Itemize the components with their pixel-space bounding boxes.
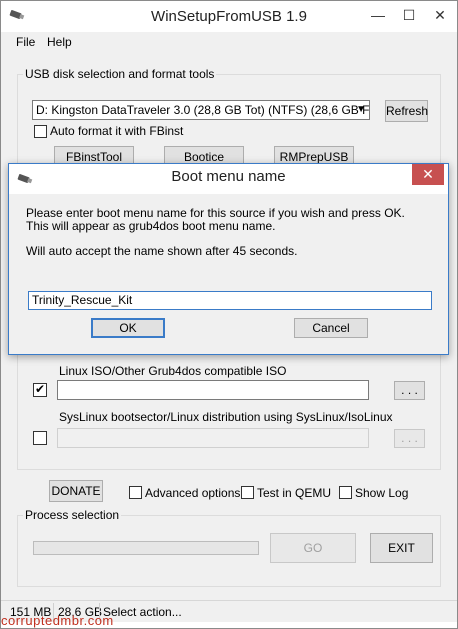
menu-file[interactable]: File — [16, 35, 35, 49]
checkmark-icon: ✔ — [35, 382, 46, 396]
linux-iso-browse-button[interactable]: . . . — [394, 381, 425, 400]
syslinux-browse-button[interactable]: . . . — [394, 429, 425, 448]
usb-disk-select[interactable]: D: Kingston DataTraveler 3.0 (28,8 GB To… — [32, 100, 370, 120]
exit-button[interactable]: EXIT — [370, 533, 433, 563]
advanced-options-checkbox[interactable] — [129, 486, 142, 499]
ok-button[interactable]: OK — [91, 318, 165, 338]
donate-button[interactable]: DONATE — [49, 480, 103, 502]
usb-disk-group-label: USB disk selection and format tools — [23, 67, 217, 81]
boot-menu-name-input[interactable]: Trinity_Rescue_Kit — [28, 291, 432, 310]
show-log-checkbox[interactable] — [339, 486, 352, 499]
menu-help[interactable]: Help — [47, 35, 72, 49]
dialog-close-button[interactable]: ✕ — [412, 164, 444, 185]
watermark: corruptedmbr.com — [1, 613, 114, 628]
syslinux-label: SysLinux bootsector/Linux distribution u… — [59, 410, 393, 424]
usb-disk-select-value: D: Kingston DataTraveler 3.0 (28,8 GB To… — [36, 103, 370, 117]
linux-iso-path-input[interactable] — [57, 380, 369, 400]
auto-format-label: Auto format it with FBinst — [50, 124, 184, 138]
cancel-button[interactable]: Cancel — [294, 318, 368, 338]
boot-menu-name-dialog: Boot menu name ✕ Please enter boot menu … — [8, 163, 449, 355]
dialog-title: Boot menu name — [171, 168, 286, 185]
title-bar[interactable]: WinSetupFromUSB 1.9 — ☐ ✕ — [1, 1, 457, 31]
auto-format-checkbox[interactable] — [34, 125, 47, 138]
linux-iso-label: Linux ISO/Other Grub4dos compatible ISO — [59, 364, 287, 378]
syslinux-checkbox[interactable] — [33, 431, 47, 445]
refresh-button[interactable]: Refresh — [385, 100, 428, 122]
syslinux-path-input[interactable] — [57, 428, 369, 448]
dialog-instruction-line-1: Please enter boot menu name for this sou… — [26, 206, 405, 220]
minimize-button[interactable]: — — [363, 1, 393, 29]
show-log-label: Show Log — [355, 486, 409, 500]
dialog-timeout-text: Will auto accept the name shown after 45… — [26, 244, 298, 258]
dialog-body: Please enter boot menu name for this sou… — [9, 194, 448, 354]
close-button[interactable]: ✕ — [425, 1, 455, 29]
linux-iso-checkbox[interactable]: ✔ — [33, 382, 47, 397]
dialog-instruction-line-2: This will appear as grub4dos boot menu n… — [26, 219, 276, 233]
test-qemu-checkbox[interactable] — [241, 486, 254, 499]
status-message: Select action... — [103, 605, 182, 619]
process-selection-label: Process selection — [23, 508, 122, 522]
go-button[interactable]: GO — [270, 533, 356, 563]
menu-bar: File Help — [1, 32, 457, 52]
chevron-down-icon: ▼ — [356, 104, 366, 115]
progress-bar — [33, 541, 259, 555]
advanced-options-label: Advanced options — [145, 486, 241, 500]
maximize-button[interactable]: ☐ — [394, 1, 424, 29]
test-qemu-label: Test in QEMU — [257, 486, 332, 500]
